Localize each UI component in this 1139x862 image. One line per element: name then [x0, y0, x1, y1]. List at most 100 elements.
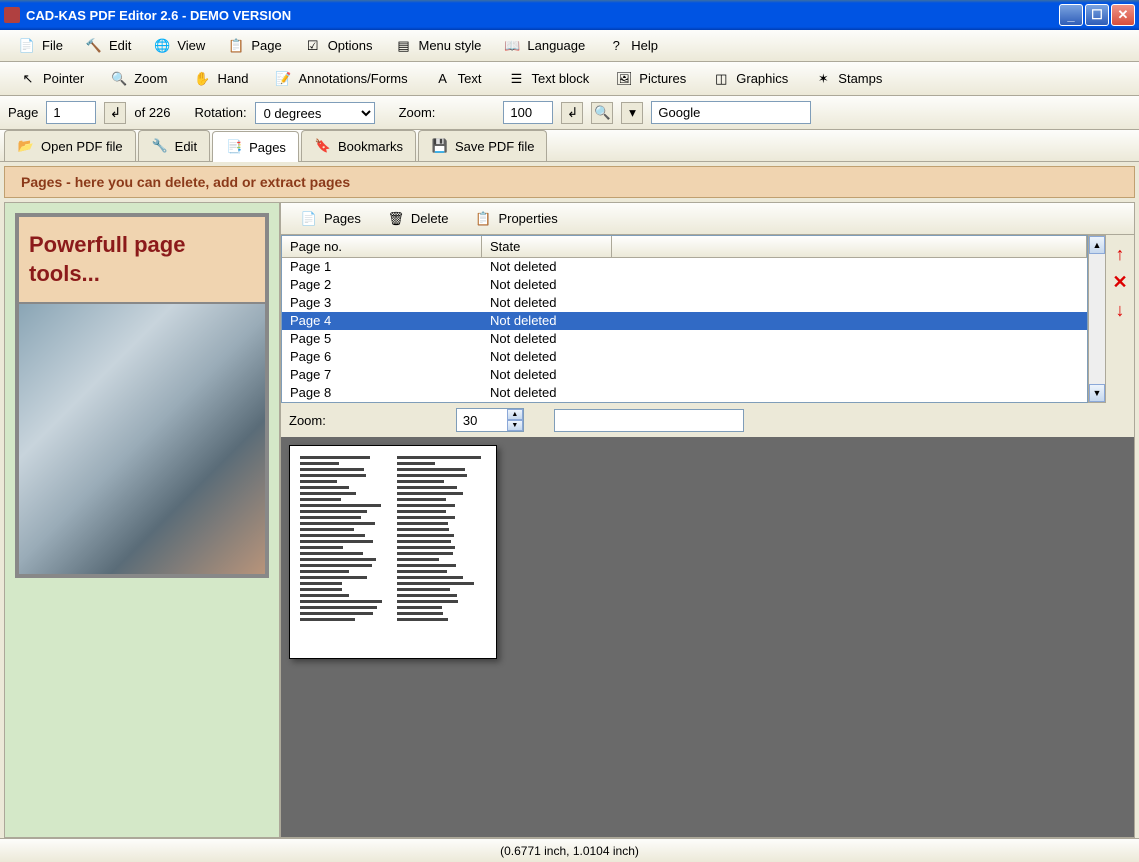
table-row[interactable]: Page 3Not deleted [282, 294, 1087, 312]
hand-icon: ✋ [193, 70, 211, 88]
promo-image [19, 304, 265, 574]
open-icon: 📂 [17, 137, 35, 155]
view-icon: 🌐 [153, 37, 171, 55]
cell-pageno: Page 8 [282, 384, 482, 402]
page-icon: 📋 [227, 37, 245, 55]
cell-pageno: Page 5 [282, 330, 482, 348]
scroll-down-button[interactable]: ▼ [1089, 384, 1105, 402]
titlebar: CAD-KAS PDF Editor 2.6 - DEMO VERSION _ … [0, 0, 1139, 30]
cell-state: Not deleted [482, 258, 1087, 276]
table-row[interactable]: Page 7Not deleted [282, 366, 1087, 384]
zoom-label: Zoom: [399, 105, 436, 120]
page-go-button[interactable]: ↲ [104, 102, 126, 124]
pages-tool-delete[interactable]: 🗑Delete [376, 205, 460, 233]
tool-hand[interactable]: ✋Hand [182, 65, 259, 93]
pages-icon: 📄 [300, 210, 318, 228]
header-pageno[interactable]: Page no. [282, 236, 482, 257]
zoom-extra-input[interactable] [554, 409, 744, 432]
promo-box: Powerfull page tools... [15, 213, 269, 578]
tool-label: Text block [531, 71, 589, 86]
menu-help[interactable]: ? Help [597, 33, 668, 59]
menu-options[interactable]: ☑Options [294, 33, 383, 59]
tab-edit[interactable]: 🔧Edit [138, 130, 210, 161]
search-dropdown-button[interactable]: ▾ [621, 102, 643, 124]
page-label: Page [8, 105, 38, 120]
zoom-go-button[interactable]: ↲ [561, 102, 583, 124]
left-panel: Powerfull page tools... [4, 202, 280, 838]
table-row[interactable]: Page 6Not deleted [282, 348, 1087, 366]
info-banner: Pages - here you can delete, add or extr… [4, 166, 1135, 198]
file-icon: 📄 [18, 37, 36, 55]
delete-icon: 🗑 [387, 210, 405, 228]
tool-pictures[interactable]: 🖼Pictures [604, 65, 697, 93]
maximize-button[interactable]: ☐ [1085, 4, 1109, 26]
tab-bookmarks[interactable]: 🔖Bookmarks [301, 130, 416, 161]
pages-toolbar: 📄Pages🗑Delete📋Properties [281, 203, 1134, 235]
tool-graphics[interactable]: ◫ Graphics [701, 65, 799, 93]
help-icon: ? [607, 37, 625, 55]
search-engine-button[interactable]: 🔍 [591, 102, 613, 124]
zoom-row: Zoom: ▲ ▼ [281, 403, 1134, 437]
tool-label: Text [458, 71, 482, 86]
zoom-spin-down[interactable]: ▼ [507, 420, 523, 431]
remove-button[interactable]: ✕ [1111, 273, 1129, 291]
menu-language[interactable]: 📖Language [493, 33, 595, 59]
search-input[interactable] [651, 101, 811, 124]
header-state[interactable]: State [482, 236, 612, 257]
zoom-spinner-input[interactable] [457, 409, 507, 431]
cell-state: Not deleted [482, 330, 1087, 348]
rotation-select[interactable]: 0 degrees [255, 102, 375, 124]
tool-stamps[interactable]: ✶Stamps [803, 65, 893, 93]
pointer-icon: ↖ [19, 70, 37, 88]
preview-page-thumbnail[interactable] [289, 445, 497, 659]
zoom-spinner[interactable]: ▲ ▼ [456, 408, 524, 432]
tool-text-block[interactable]: ☰ Text block [496, 65, 600, 93]
tool-label: Zoom [134, 71, 167, 86]
zoom-input[interactable] [503, 101, 553, 124]
close-button[interactable]: ✕ [1111, 4, 1135, 26]
action-column: ↑ ✕ ↓ [1106, 235, 1134, 403]
table-row[interactable]: Page 1Not deleted [282, 258, 1087, 276]
pages-tool-properties[interactable]: 📋Properties [463, 205, 568, 233]
menu-label: Help [631, 38, 658, 53]
tab-pages[interactable]: 📑Pages [212, 131, 299, 162]
textblock-icon: ☰ [507, 70, 525, 88]
menu-file[interactable]: 📄File [8, 33, 73, 59]
tool-label: Graphics [736, 71, 788, 86]
menu-page[interactable]: 📋Page [217, 33, 291, 59]
table-row[interactable]: Page 4Not deleted [282, 312, 1087, 330]
scroll-up-button[interactable]: ▲ [1089, 236, 1105, 254]
pages-tool-pages[interactable]: 📄Pages [289, 205, 372, 233]
tool-zoom[interactable]: 🔍 Zoom [99, 65, 178, 93]
tab-open-pdf-file[interactable]: 📂Open PDF file [4, 130, 136, 161]
move-up-button[interactable]: ↑ [1111, 245, 1129, 263]
table-row[interactable]: Page 5Not deleted [282, 330, 1087, 348]
zoom-spin-up[interactable]: ▲ [507, 409, 523, 420]
move-down-button[interactable]: ↓ [1111, 301, 1129, 319]
menu-edit[interactable]: 🔨Edit [75, 33, 141, 59]
tool-text[interactable]: AText [423, 65, 493, 93]
tool-annotations-forms[interactable]: 📝Annotations/Forms [264, 65, 419, 93]
page-total-label: of 226 [134, 105, 170, 120]
app-icon [4, 7, 20, 23]
graphics-icon: ◫ [712, 70, 730, 88]
zoom-icon: 🔍 [110, 70, 128, 88]
cell-state: Not deleted [482, 294, 1087, 312]
vertical-scrollbar[interactable]: ▲ ▼ [1088, 235, 1106, 403]
properties-icon: 📋 [474, 210, 492, 228]
cell-pageno: Page 4 [282, 312, 482, 330]
minimize-button[interactable]: _ [1059, 4, 1083, 26]
menu-label: Options [328, 38, 373, 53]
tool-label: Pictures [639, 71, 686, 86]
page-input[interactable] [46, 101, 96, 124]
table-row[interactable]: Page 2Not deleted [282, 276, 1087, 294]
table-row[interactable]: Page 8Not deleted [282, 384, 1087, 402]
scroll-track[interactable] [1089, 254, 1105, 384]
tab-save-pdf-file[interactable]: 💾Save PDF file [418, 130, 547, 161]
menu-view[interactable]: 🌐View [143, 33, 215, 59]
tool-label: Stamps [838, 71, 882, 86]
list-header: Page no. State [282, 236, 1087, 258]
controlbar: Page ↲ of 226 Rotation: 0 degrees Zoom: … [0, 96, 1139, 130]
menu-menu-style[interactable]: ▤Menu style [385, 33, 492, 59]
tool-pointer[interactable]: ↖Pointer [8, 65, 95, 93]
